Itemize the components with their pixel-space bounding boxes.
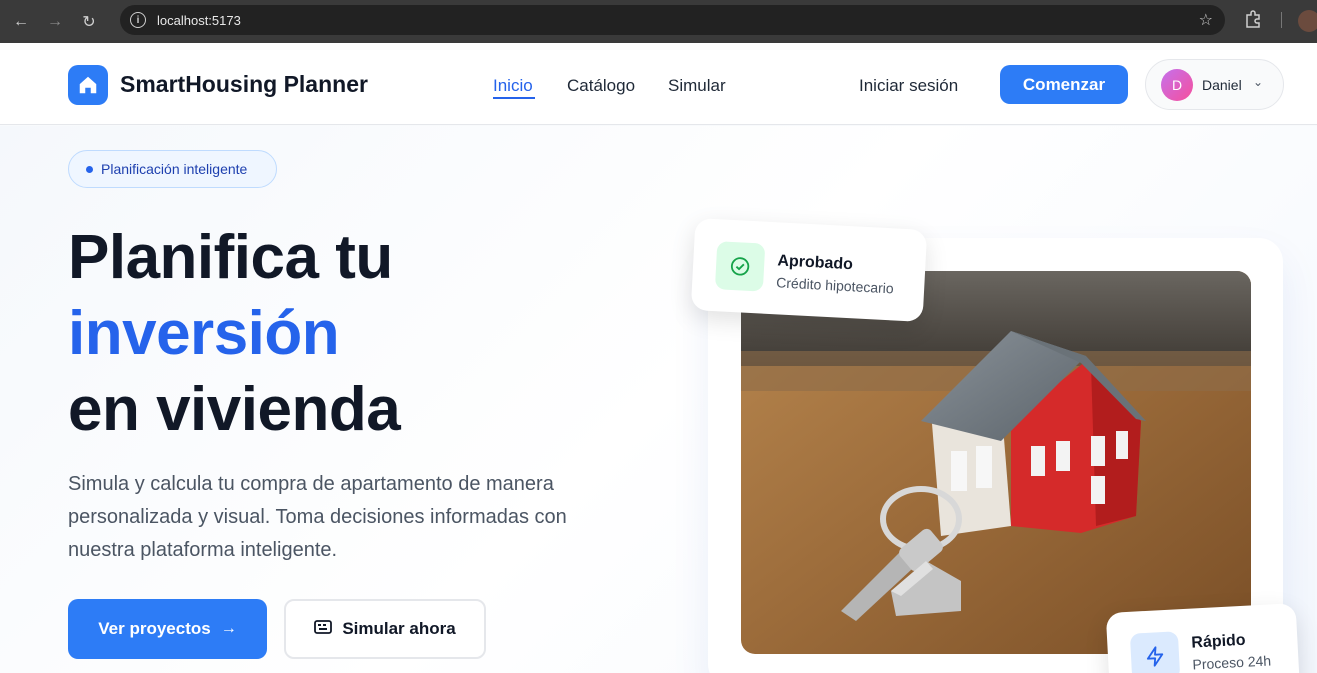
toolbar-divider <box>1281 12 1282 28</box>
lightning-icon <box>1129 631 1181 673</box>
avatar: D <box>1161 69 1193 101</box>
hero-title-line1: Planifica tu <box>68 223 393 292</box>
view-projects-button[interactable]: Ver proyectos → <box>68 599 267 659</box>
badge-dot <box>86 166 93 173</box>
chevron-down-icon: ⌄ <box>1253 75 1264 89</box>
fast-card: Rápido Proceso 24h <box>1105 603 1301 673</box>
login-link[interactable]: Iniciar sesión <box>859 76 958 96</box>
site-header: SmartHousing Planner Inicio Catálogo Sim… <box>0 43 1317 125</box>
badge-label: Planificación inteligente <box>101 161 248 177</box>
reload-icon[interactable]: ↻ <box>76 9 102 35</box>
extensions-icon[interactable] <box>1244 10 1264 30</box>
hero-title-line2: inversión <box>68 299 340 368</box>
user-menu[interactable]: D Daniel ⌄ <box>1145 59 1284 110</box>
brand-name[interactable]: SmartHousing Planner <box>120 71 368 98</box>
simulate-now-button[interactable]: Simular ahora <box>284 599 486 659</box>
nav-inicio[interactable]: Inicio <box>493 76 533 96</box>
bookmark-star-icon[interactable]: ☆ <box>1199 10 1213 30</box>
calculator-icon <box>314 619 333 639</box>
check-circle-icon <box>714 241 766 292</box>
approved-subtitle: Crédito hipotecario <box>775 274 895 297</box>
back-icon[interactable]: ← <box>8 9 34 35</box>
info-icon[interactable]: i <box>130 12 146 28</box>
fast-subtitle: Proceso 24h <box>1192 652 1272 673</box>
fast-title: Rápido <box>1190 631 1247 652</box>
address-bar[interactable]: i localhost:5173 ☆ <box>120 5 1225 35</box>
forward-icon[interactable]: → <box>42 9 68 35</box>
url-text: localhost:5173 <box>157 12 241 28</box>
active-nav-indicator <box>493 97 535 99</box>
approved-card: Aprobado Crédito hipotecario <box>690 217 928 323</box>
hero-description: Simula y calcula tu compra de apartament… <box>68 473 567 561</box>
nav-simular[interactable]: Simular <box>668 76 726 96</box>
home-logo-icon[interactable] <box>68 65 108 105</box>
house-keys-photo <box>741 271 1251 654</box>
browser-profile-avatar[interactable] <box>1298 10 1317 32</box>
arrow-right-icon: → <box>220 620 237 637</box>
approved-title: Aprobado <box>776 252 854 274</box>
nav-catalogo[interactable]: Catálogo <box>567 76 635 96</box>
hero-title-line3: en vivienda <box>68 375 401 444</box>
start-button[interactable]: Comenzar <box>1000 65 1128 104</box>
feature-badge: Planificación inteligente <box>68 150 277 188</box>
user-name: Daniel <box>1202 77 1242 93</box>
simulate-now-label: Simular ahora <box>342 619 456 638</box>
view-projects-label: Ver proyectos <box>98 619 211 638</box>
browser-toolbar: ← → ↻ i localhost:5173 ☆ <box>0 0 1317 43</box>
